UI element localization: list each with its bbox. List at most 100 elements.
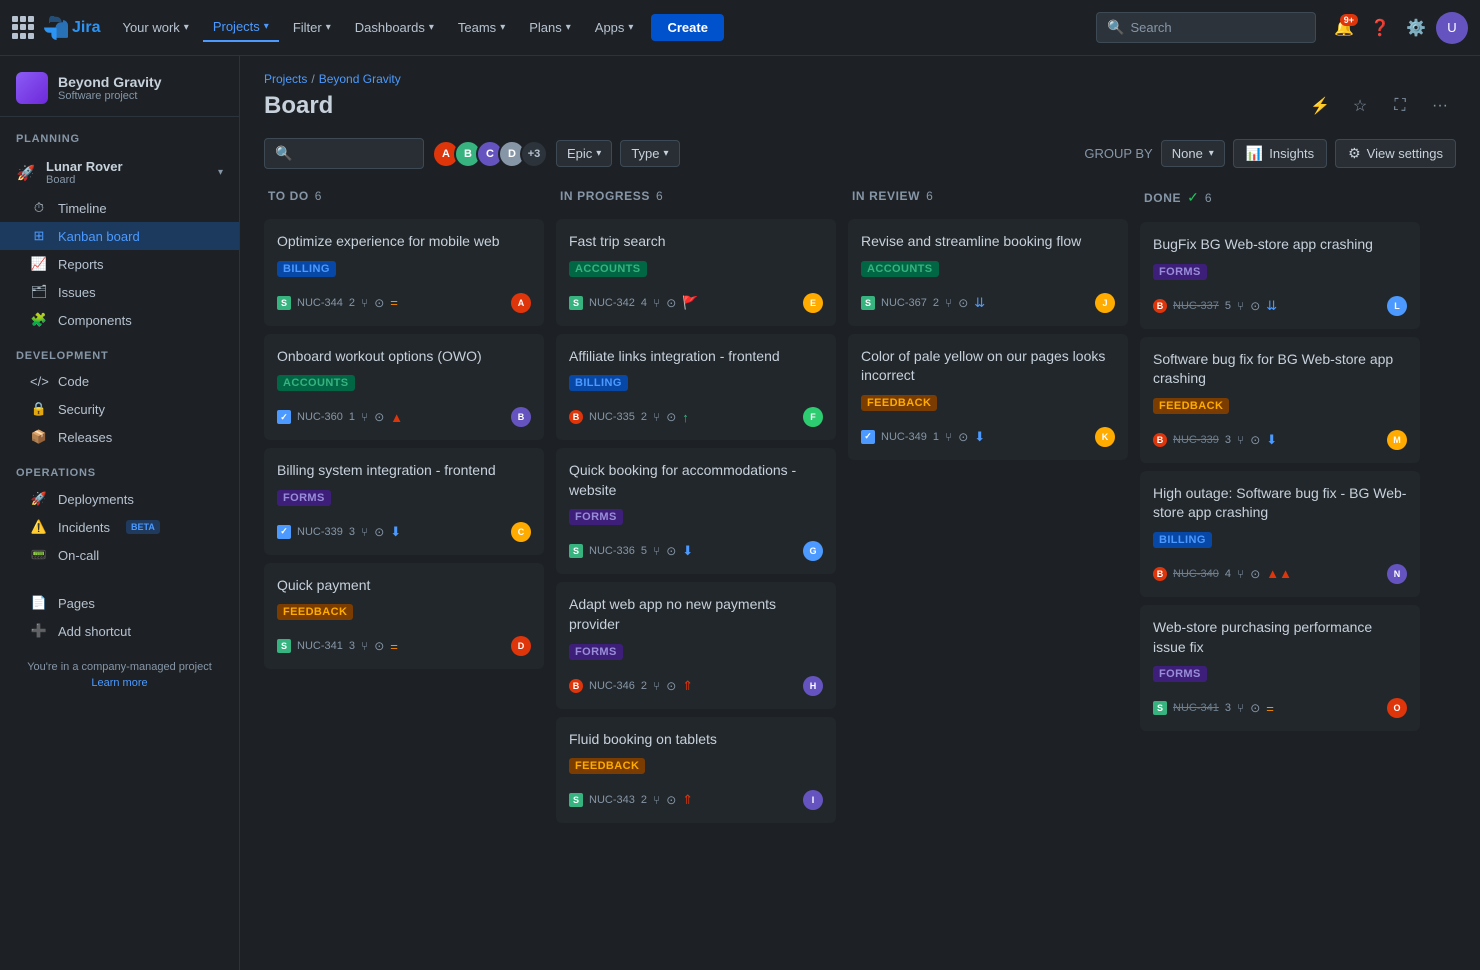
sidebar-item-pages[interactable]: 📄 Pages bbox=[0, 589, 239, 617]
board-avatars: A B C D +3 bbox=[432, 140, 548, 168]
settings-button[interactable]: ⚙️ bbox=[1400, 12, 1432, 44]
card-avatar: G bbox=[803, 541, 823, 561]
group-by-select[interactable]: None ▾ bbox=[1161, 140, 1225, 167]
sidebar-item-kanban[interactable]: ⊞ Kanban board bbox=[0, 222, 239, 250]
nav-dashboards[interactable]: Dashboards▾ bbox=[345, 14, 444, 41]
view-settings-icon: ⚙ bbox=[1348, 145, 1361, 162]
beta-badge: BETA bbox=[126, 520, 160, 534]
card[interactable]: Color of pale yellow on our pages looks … bbox=[848, 334, 1128, 460]
card-count: 4 bbox=[641, 297, 647, 309]
card[interactable]: Quick booking for accommodations - websi… bbox=[556, 448, 836, 574]
sidebar-item-code[interactable]: </> Code bbox=[0, 368, 239, 395]
sidebar-item-releases[interactable]: 📦 Releases bbox=[0, 423, 239, 451]
group-by-label: GROUP BY bbox=[1084, 146, 1152, 161]
nav-projects[interactable]: Projects▾ bbox=[203, 13, 279, 42]
card[interactable]: Adapt web app no new payments provider F… bbox=[556, 582, 836, 708]
branch-icon: ⑂ bbox=[653, 544, 660, 558]
sidebar-item-add-shortcut[interactable]: ➕ Add shortcut bbox=[0, 617, 239, 645]
add-icon: ➕ bbox=[30, 623, 48, 639]
epic-filter[interactable]: Epic ▾ bbox=[556, 140, 612, 167]
sidebar-item-issues[interactable]: 🗂 Issues bbox=[0, 278, 239, 306]
col-count: 6 bbox=[315, 189, 322, 203]
priority-icon: ⬇ bbox=[1266, 432, 1277, 448]
col-cards-todo: Optimize experience for mobile web BILLI… bbox=[264, 219, 544, 946]
user-avatar[interactable]: U bbox=[1436, 12, 1468, 44]
card[interactable]: Billing system integration - frontend FO… bbox=[264, 448, 544, 555]
sidebar-item-oncall[interactable]: 📟 On-call bbox=[0, 541, 239, 569]
nav-teams[interactable]: Teams▾ bbox=[448, 14, 515, 41]
grid-icon[interactable] bbox=[12, 16, 36, 40]
star-button[interactable]: ☆ bbox=[1344, 90, 1376, 122]
card[interactable]: Software bug fix for BG Web-store app cr… bbox=[1140, 337, 1420, 463]
board-search[interactable]: 🔍 bbox=[264, 138, 424, 169]
card-id: NUC-340 bbox=[1173, 568, 1219, 580]
sidebar-item-incidents[interactable]: ⚠️ Incidents BETA bbox=[0, 513, 239, 541]
jira-logo[interactable]: Jira bbox=[44, 16, 100, 40]
avatar-more[interactable]: +3 bbox=[520, 140, 548, 168]
sidebar-item-deployments[interactable]: 🚀 Deployments bbox=[0, 485, 239, 513]
board-col-todo: TO DO 6 Optimize experience for mobile w… bbox=[264, 181, 544, 946]
card[interactable]: Fast trip search ACCOUNTS S NUC-342 4 ⑂ … bbox=[556, 219, 836, 326]
nav-filter[interactable]: Filter▾ bbox=[283, 14, 341, 41]
breadcrumb-project[interactable]: Beyond Gravity bbox=[319, 72, 401, 86]
sidebar-item-label: Components bbox=[58, 313, 132, 328]
card[interactable]: High outage: Software bug fix - BG Web-s… bbox=[1140, 471, 1420, 597]
card[interactable]: Quick payment FEEDBACK S NUC-341 3 ⑂ ⊙ =… bbox=[264, 563, 544, 670]
priority-icon: ⬇ bbox=[974, 429, 985, 445]
more-button[interactable]: ··· bbox=[1424, 90, 1456, 122]
card-title: Optimize experience for mobile web bbox=[277, 232, 531, 252]
search-bar[interactable]: 🔍 Search bbox=[1096, 12, 1316, 43]
card[interactable]: BugFix BG Web-store app crashing FORMS B… bbox=[1140, 222, 1420, 329]
card[interactable]: Fluid booking on tablets FEEDBACK S NUC-… bbox=[556, 717, 836, 824]
sidebar-item-lunar-rover[interactable]: 🚀 Lunar Rover Board ▾ bbox=[0, 151, 239, 194]
branch-icon: ⑂ bbox=[1237, 701, 1244, 715]
card[interactable]: Web-store purchasing performance issue f… bbox=[1140, 605, 1420, 731]
card[interactable]: Revise and streamline booking flow ACCOU… bbox=[848, 219, 1128, 326]
card[interactable]: Onboard workout options (OWO) ACCOUNTS ✓… bbox=[264, 334, 544, 441]
card-avatar: D bbox=[511, 636, 531, 656]
branch-icon: ⑂ bbox=[945, 296, 952, 310]
priority-icon: ↑ bbox=[682, 410, 689, 425]
priority-icon: ⬇ bbox=[390, 524, 401, 540]
sidebar-item-security[interactable]: 🔒 Security bbox=[0, 395, 239, 423]
board-search-input[interactable] bbox=[298, 146, 413, 161]
sidebar-item-label: Pages bbox=[58, 596, 95, 611]
card-avatar: C bbox=[511, 522, 531, 542]
nav-your-work[interactable]: Your work▾ bbox=[112, 14, 198, 41]
card-id: NUC-342 bbox=[589, 297, 635, 309]
lightning-button[interactable]: ⚡ bbox=[1304, 90, 1336, 122]
commit-icon: ⊙ bbox=[1250, 567, 1260, 581]
priority-icon: ⇊ bbox=[974, 295, 985, 311]
sidebar-item-components[interactable]: 🧩 Components bbox=[0, 306, 239, 334]
card-tag: BILLING bbox=[277, 261, 336, 277]
expand-button[interactable]: ⛶ bbox=[1384, 90, 1416, 122]
help-button[interactable]: ❓ bbox=[1364, 12, 1396, 44]
issues-icon: 🗂 bbox=[30, 284, 48, 300]
col-count: 6 bbox=[926, 189, 933, 203]
card-count: 5 bbox=[1225, 300, 1231, 312]
search-placeholder: Search bbox=[1130, 20, 1171, 35]
board-col-done: DONE ✓ 6 BugFix BG Web-store app crashin… bbox=[1140, 181, 1420, 946]
branch-icon: ⑂ bbox=[653, 296, 660, 310]
learn-more-link[interactable]: Learn more bbox=[16, 677, 223, 689]
nav-apps[interactable]: Apps▾ bbox=[585, 14, 644, 41]
card-title: Web-store purchasing performance issue f… bbox=[1153, 618, 1407, 657]
branch-icon: ⑂ bbox=[361, 639, 368, 653]
card[interactable]: Affiliate links integration - frontend B… bbox=[556, 334, 836, 441]
sidebar-item-reports[interactable]: 📈 Reports bbox=[0, 250, 239, 278]
view-settings-button[interactable]: ⚙ View settings bbox=[1335, 139, 1456, 168]
type-filter[interactable]: Type ▾ bbox=[620, 140, 679, 167]
priority-icon: = bbox=[390, 295, 398, 310]
card-tag: FEEDBACK bbox=[277, 604, 353, 620]
branch-icon: ⑂ bbox=[945, 430, 952, 444]
col-title: TO DO bbox=[268, 189, 309, 203]
create-button[interactable]: Create bbox=[651, 14, 723, 41]
card[interactable]: Optimize experience for mobile web BILLI… bbox=[264, 219, 544, 326]
breadcrumb-projects[interactable]: Projects bbox=[264, 72, 307, 86]
commit-icon: ⊙ bbox=[374, 296, 384, 310]
insights-button[interactable]: 📊 Insights bbox=[1233, 139, 1327, 168]
nav-plans[interactable]: Plans▾ bbox=[519, 14, 581, 41]
notifications-button[interactable]: 🔔 9+ bbox=[1328, 12, 1360, 44]
sidebar-item-timeline[interactable]: ⏱ Timeline bbox=[0, 194, 239, 222]
card-tag: FORMS bbox=[1153, 666, 1207, 682]
